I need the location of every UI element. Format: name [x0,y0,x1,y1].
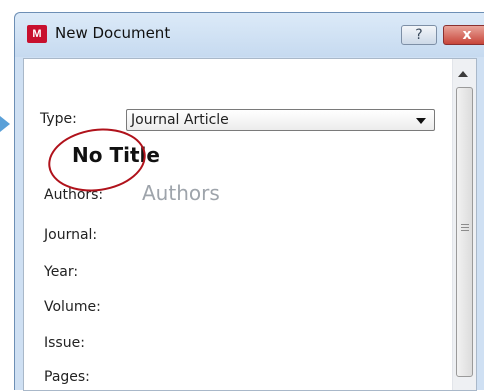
pages-label: Pages: [44,369,90,385]
authors-field[interactable]: Authors [142,181,220,205]
type-dropdown-value: Journal Article [131,112,229,128]
new-document-dialog: M New Document ? x Type: Journal Article… [14,12,484,391]
callout-arrow [0,116,10,132]
volume-label: Volume: [44,299,101,315]
mendeley-icon: M [27,25,47,43]
window-title: New Document [55,24,171,42]
close-button[interactable]: x [443,25,484,45]
document-details-panel: Type: Journal Article No Title Authors: … [23,58,477,391]
journal-label: Journal: [44,227,98,243]
year-label: Year: [44,264,79,280]
scroll-thumb[interactable] [456,87,473,377]
vertical-scrollbar[interactable] [452,59,476,390]
issue-label: Issue: [44,335,85,351]
scroll-up-arrow-icon[interactable] [458,71,468,77]
title-bar: M New Document ? x [15,13,484,57]
type-label: Type: [40,111,77,127]
chevron-down-icon[interactable] [416,118,426,124]
grip-icon [461,224,469,233]
help-button[interactable]: ? [401,25,437,45]
type-dropdown[interactable]: Journal Article [126,109,435,131]
